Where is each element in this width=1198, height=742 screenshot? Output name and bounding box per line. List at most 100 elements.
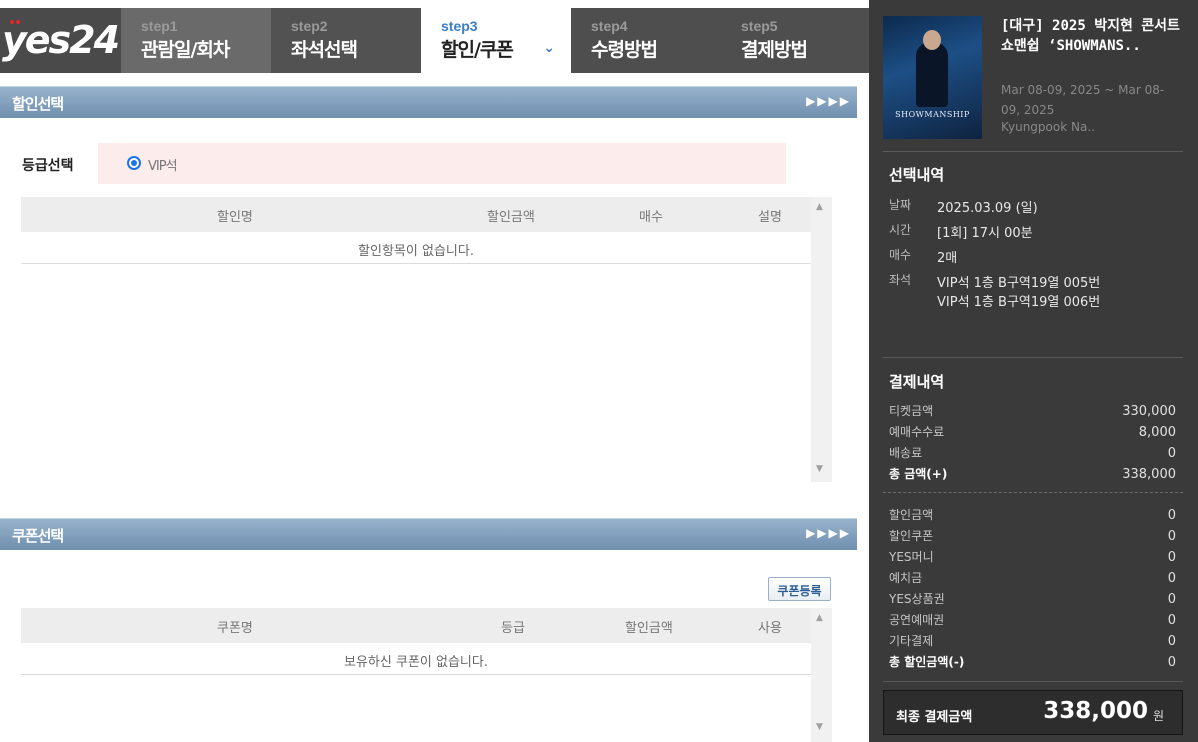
step-3-tab-active[interactable]: step3 할인/쿠폰 ⌄: [421, 8, 571, 73]
voucher-value: 0: [1167, 613, 1176, 628]
total-discount-label: 총 할인금액(-): [889, 655, 965, 669]
logo-area: yes24: [0, 8, 121, 73]
scrollbar[interactable]: ▲ ▼: [811, 608, 832, 742]
vip-radio[interactable]: [127, 156, 141, 170]
divider: [883, 681, 1183, 682]
giftcard-label: YES상품권: [889, 592, 945, 606]
column-header: 사용: [758, 621, 782, 636]
coupon-table: 쿠폰명 등급 할인금액 사용 보유하신 쿠폰이 없습니다. ▲ ▼: [21, 608, 832, 742]
step-number: step1: [141, 18, 178, 34]
scroll-down-icon[interactable]: ▼: [816, 722, 823, 732]
step-header: yes24 step1 관람일/회차 step2 좌석선택 step3 할인/쿠…: [0, 0, 869, 73]
coupon-register-button[interactable]: 쿠폰등록: [768, 577, 831, 601]
show-date: Mar 08-09, 2025 ~ Mar 08-09, 2025: [1001, 83, 1165, 117]
table-header: 할인명 할인금액 매수 설명: [21, 197, 811, 232]
logo-dots-icon: [10, 20, 14, 24]
time-value: [1회] 17시 00분: [937, 226, 1033, 241]
empty-row: 보유하신 쿠폰이 없습니다.: [21, 643, 811, 675]
other-payment-label: 기타결제: [889, 634, 934, 648]
scroll-down-icon[interactable]: ▼: [816, 464, 823, 474]
fee-value: 8,000: [1138, 425, 1176, 440]
date-value: 2025.03.09 (일): [937, 201, 1038, 216]
seat-value: VIP석 1층 B구역19열 006번: [937, 295, 1101, 310]
column-header: 할인금액: [625, 621, 673, 636]
step-title: 결제방법: [741, 39, 808, 61]
arrows-icon: ▶▶▶▶: [806, 94, 851, 108]
divider: [883, 151, 1183, 152]
column-header: 할인명: [217, 210, 253, 225]
grade-label: 등급선택: [22, 158, 74, 174]
scroll-up-icon[interactable]: ▲: [816, 202, 823, 212]
deposit-value: 0: [1167, 571, 1176, 586]
coupon-label: 할인쿠폰: [889, 529, 934, 543]
ticket-amount-value: 330,000: [1122, 404, 1176, 419]
deposit-label: 예치금: [889, 571, 923, 585]
show-title: [대구] 2025 박지현 콘서트 쇼맨쉽 ‘SHOWMANS..: [1001, 18, 1180, 54]
final-payment-label: 최종 결제금액: [896, 710, 973, 725]
delivery-value: 0: [1167, 446, 1176, 461]
scrollbar[interactable]: ▲ ▼: [811, 197, 832, 482]
step-title: 수령방법: [591, 39, 658, 61]
seat-value: VIP석 1층 B구역19열 005번: [937, 276, 1101, 291]
step-2-tab[interactable]: step2 좌석선택: [271, 8, 421, 73]
column-header: 등급: [501, 621, 525, 636]
seat-label: 좌석: [889, 273, 912, 287]
yesmoney-value: 0: [1167, 550, 1176, 565]
step-number: step3: [441, 18, 478, 34]
step-number: step4: [591, 18, 628, 34]
qty-label: 매수: [889, 248, 912, 262]
ticket-amount-label: 티켓금액: [889, 404, 934, 418]
column-header: 설명: [758, 210, 782, 225]
delivery-label: 배송료: [889, 446, 923, 460]
poster-text: SHOWMANSHIP: [895, 110, 970, 119]
discount-amount-value: 0: [1167, 508, 1176, 523]
total-label: 총 금액(+): [889, 467, 948, 481]
column-header: 매수: [639, 210, 663, 225]
dashed-divider: [883, 492, 1183, 493]
coupon-value: 0: [1167, 529, 1176, 544]
step-5-tab[interactable]: step5 결제방법: [721, 8, 869, 73]
show-venue: Kyungpook Na..: [1001, 120, 1095, 134]
poster-head: [923, 30, 941, 50]
voucher-label: 공연예매권: [889, 613, 945, 627]
fee-label: 예매수수료: [889, 425, 945, 439]
divider: [883, 357, 1183, 358]
step-number: step2: [291, 18, 328, 34]
discount-section-header: 할인선택 ▶▶▶▶: [0, 86, 857, 118]
selection-title: 선택내역: [889, 166, 945, 184]
scroll-up-icon[interactable]: ▲: [816, 613, 823, 623]
step-1-tab[interactable]: step1 관람일/회차: [121, 8, 271, 73]
column-header: 할인금액: [487, 210, 535, 225]
total-discount-value: 0: [1167, 655, 1176, 670]
grade-option-box: VIP석: [98, 143, 786, 184]
summary-panel: SHOWMANSHIP [대구] 2025 박지현 콘서트 쇼맨쉽 ‘SHOWM…: [869, 0, 1198, 742]
discount-table: 할인명 할인금액 매수 설명 할인항목이 없습니다. ▲ ▼: [21, 197, 832, 482]
giftcard-value: 0: [1167, 592, 1176, 607]
step-4-tab[interactable]: step4 수령방법: [571, 8, 721, 73]
other-payment-value: 0: [1167, 634, 1176, 649]
yes24-logo: yes24: [2, 18, 120, 62]
column-header: 쿠폰명: [217, 621, 253, 636]
currency-unit: 원: [1152, 709, 1164, 723]
date-label: 날짜: [889, 198, 912, 212]
coupon-section-header: 쿠폰선택 ▶▶▶▶: [0, 518, 857, 550]
empty-row: 할인항목이 없습니다.: [21, 232, 811, 264]
step-title: 관람일/회차: [141, 39, 230, 61]
final-payment-box: 최종 결제금액 338,000 원: [883, 690, 1183, 735]
poster-figure: [916, 42, 948, 107]
final-payment-amount: 338,000: [1043, 698, 1148, 724]
section-title: 할인선택: [12, 95, 64, 113]
section-title: 쿠폰선택: [12, 527, 64, 545]
yesmoney-label: YES머니: [889, 550, 934, 564]
qty-value: 2매: [937, 251, 958, 266]
grade-option-label[interactable]: VIP석: [148, 155, 178, 174]
arrows-icon: ▶▶▶▶: [806, 526, 851, 540]
step-title: 좌석선택: [291, 39, 358, 61]
step-number: step5: [741, 18, 778, 34]
table-header: 쿠폰명 등급 할인금액 사용: [21, 608, 811, 643]
booking-window: yes24 step1 관람일/회차 step2 좌석선택 step3 할인/쿠…: [0, 0, 1198, 742]
time-label: 시간: [889, 223, 912, 237]
discount-amount-label: 할인금액: [889, 508, 934, 522]
chevron-down-icon: ⌄: [543, 40, 555, 56]
show-poster: SHOWMANSHIP: [883, 16, 982, 139]
